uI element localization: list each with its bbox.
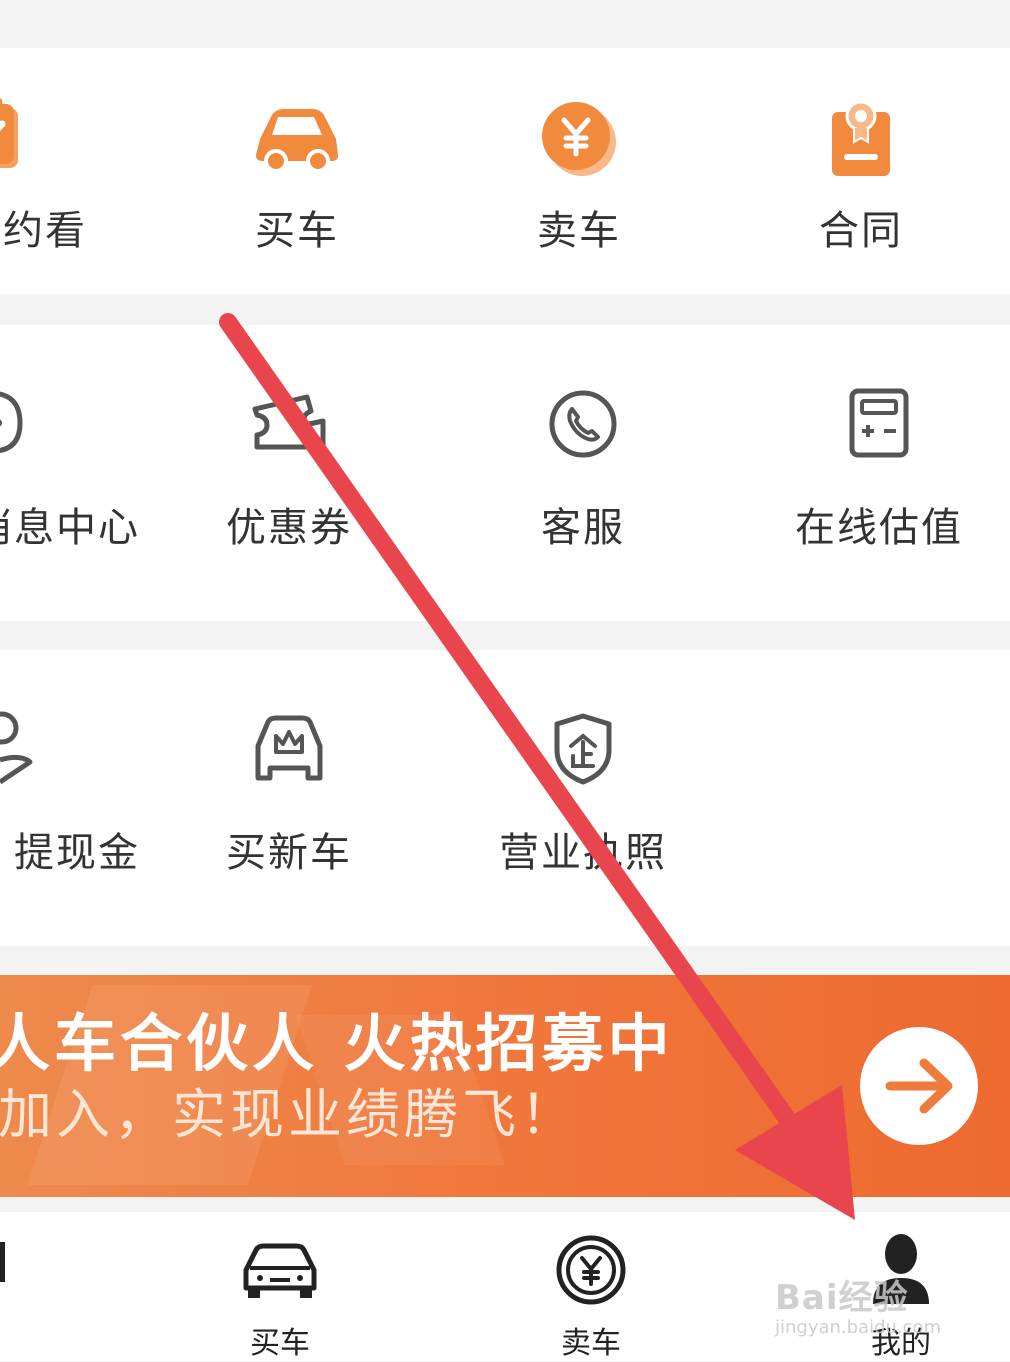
grid-item-message-center[interactable]: 消息中心 [0,325,140,621]
grid-item-label: 约看 [3,208,87,254]
car-front-icon [240,1240,320,1306]
partner-recruit-banner[interactable]: 人车合伙人 火热招募中 加入，实现业绩腾飞！ [0,975,1010,1197]
tab-label: 卖车 [561,1326,621,1361]
baidu-jingyan-watermark: Bai经验 jingyan.baidu.com [775,1270,941,1338]
grid-item-label: 合同 [819,208,903,254]
grid-item-contract[interactable]: 合同 [736,48,986,294]
tab-sell-car[interactable]: 卖车 [491,1212,691,1361]
grid-item-online-valuation[interactable]: 在线估值 [754,325,1004,621]
grid-item-label: 提现金 [14,830,140,876]
watermark-line2: jingyan.baidu.com [775,1317,942,1338]
watermark-line1: Bai经验 [775,1278,909,1318]
calendar-check-icon [0,96,30,180]
coupon-icon [249,387,329,463]
banner-go-button[interactable] [860,1027,978,1145]
chat-bubble-icon [0,387,30,463]
car-icon [252,103,342,179]
grid-item-buy-car[interactable]: 买车 [172,48,422,294]
grid-item-label: 优惠券 [226,505,352,551]
grid-item-label: 营业执照 [499,830,667,876]
enterprise-shield-icon [551,712,615,790]
grid-item-business-license[interactable]: 营业执照 [458,650,708,946]
grid-item-appointment[interactable]: 约看 [0,48,115,294]
grid-item-withdraw-cash[interactable]: 提现金 [0,650,140,946]
grid-item-label: 在线估值 [795,505,963,551]
grid-item-label: 卖车 [537,208,621,254]
grid-item-coupon[interactable]: 优惠券 [164,325,414,621]
yuan-circle-icon [555,1234,627,1310]
contract-icon [826,98,896,184]
calculator-icon [848,387,910,463]
grid-item-label: 消息中心 [0,505,140,551]
yuan-coin-icon [538,98,620,184]
section-1-panel: 约看 买车 卖车 合同 [0,48,1010,294]
tab-buy-car[interactable]: 买车 [180,1212,380,1361]
phone-icon [548,389,618,463]
grid-item-buy-new-car[interactable]: 买新车 [164,650,414,946]
banner-subtitle: 加入，实现业绩腾飞！ [0,1083,578,1146]
tab-edge-fragment [0,1242,5,1282]
section-2-panel: 消息中心 优惠券 客服 在线估值 [0,325,1010,621]
grid-item-label: 客服 [541,505,625,551]
new-car-crown-icon [250,712,328,788]
section-3-panel: 提现金 买新车 营业执照 [0,650,1010,946]
tab-label: 买车 [250,1326,310,1361]
arrow-right-icon [885,1058,953,1114]
cash-hand-icon [0,710,36,790]
grid-item-customer-service[interactable]: 客服 [458,325,708,621]
grid-item-label: 买车 [255,208,339,254]
grid-item-sell-car[interactable]: 卖车 [454,48,704,294]
grid-item-label: 买新车 [226,830,352,876]
